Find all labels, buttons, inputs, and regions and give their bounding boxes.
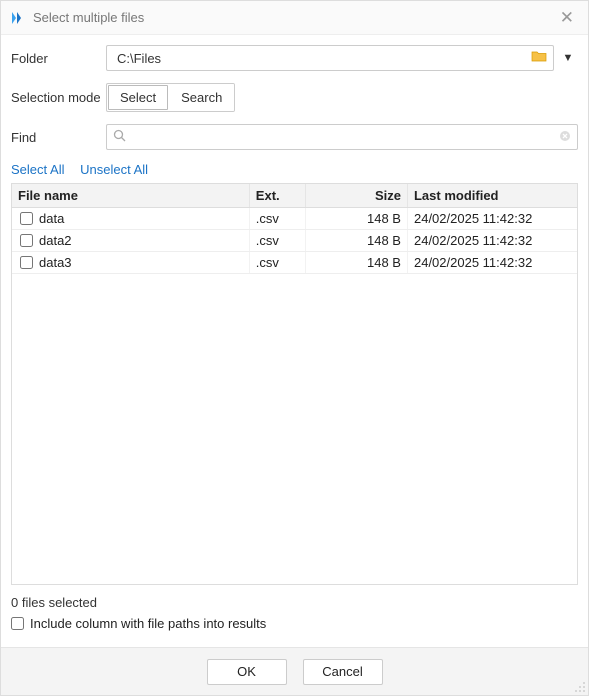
folder-input[interactable] xyxy=(115,50,529,67)
folder-label: Folder xyxy=(11,51,106,66)
file-name: data2 xyxy=(39,233,72,248)
file-name: data3 xyxy=(39,255,72,270)
dialog-body: Folder ▼ Selection mode Select Search Fi… xyxy=(1,35,588,647)
file-modified: 24/02/2025 11:42:32 xyxy=(407,230,577,252)
table-row[interactable]: data .csv148 B24/02/2025 11:42:32 xyxy=(12,208,577,230)
table-row[interactable]: data2 .csv148 B24/02/2025 11:42:32 xyxy=(12,230,577,252)
file-size: 148 B xyxy=(306,208,408,230)
col-header-ext[interactable]: Ext. xyxy=(249,184,306,208)
ok-button[interactable]: OK xyxy=(207,659,287,685)
titlebar: Select multiple files ✕ xyxy=(1,1,588,35)
resize-grip-icon[interactable] xyxy=(574,681,586,693)
search-icon xyxy=(113,129,126,145)
file-size: 148 B xyxy=(306,252,408,274)
file-modified: 24/02/2025 11:42:32 xyxy=(407,208,577,230)
find-input[interactable] xyxy=(130,129,559,146)
col-header-size[interactable]: Size xyxy=(306,184,408,208)
row-checkbox[interactable] xyxy=(20,234,33,247)
col-header-modified[interactable]: Last modified xyxy=(407,184,577,208)
mode-select-button[interactable]: Select xyxy=(108,85,168,110)
table-header-row: File name Ext. Size Last modified xyxy=(12,184,577,208)
file-modified: 24/02/2025 11:42:32 xyxy=(407,252,577,274)
app-logo-icon xyxy=(9,10,25,26)
selection-mode-label: Selection mode xyxy=(11,90,106,105)
col-header-name[interactable]: File name xyxy=(12,184,249,208)
include-paths-label: Include column with file paths into resu… xyxy=(30,616,266,631)
file-table: File name Ext. Size Last modified data .c… xyxy=(12,184,577,274)
unselect-all-link[interactable]: Unselect All xyxy=(80,162,148,177)
include-paths-checkbox[interactable] xyxy=(11,617,24,630)
select-files-dialog: Select multiple files ✕ Folder ▼ Selecti… xyxy=(0,0,589,696)
dialog-footer: OK Cancel xyxy=(1,647,588,695)
folder-input-wrap[interactable] xyxy=(106,45,554,71)
folder-row: Folder ▼ xyxy=(11,45,578,71)
mode-search-button[interactable]: Search xyxy=(169,84,234,111)
row-checkbox[interactable] xyxy=(20,212,33,225)
table-row[interactable]: data3 .csv148 B24/02/2025 11:42:32 xyxy=(12,252,577,274)
file-ext: .csv xyxy=(249,252,306,274)
find-row: Find xyxy=(11,124,578,150)
file-table-wrap: File name Ext. Size Last modified data .c… xyxy=(11,183,578,585)
close-icon[interactable]: ✕ xyxy=(554,7,580,28)
file-ext: .csv xyxy=(249,208,306,230)
select-all-link[interactable]: Select All xyxy=(11,162,64,177)
file-ext: .csv xyxy=(249,230,306,252)
selection-links: Select All Unselect All xyxy=(11,162,578,177)
status-text: 0 files selected xyxy=(11,585,578,616)
dialog-title: Select multiple files xyxy=(33,10,554,25)
find-label: Find xyxy=(11,130,106,145)
file-size: 148 B xyxy=(306,230,408,252)
include-paths-row: Include column with file paths into resu… xyxy=(11,616,578,637)
cancel-button[interactable]: Cancel xyxy=(303,659,383,685)
chevron-down-icon[interactable]: ▼ xyxy=(558,52,578,64)
find-input-wrap[interactable] xyxy=(106,124,578,150)
folder-icon[interactable] xyxy=(529,49,549,67)
file-name: data xyxy=(39,211,64,226)
row-checkbox[interactable] xyxy=(20,256,33,269)
selection-mode-toggle: Select Search xyxy=(106,83,235,112)
selection-mode-row: Selection mode Select Search xyxy=(11,83,578,112)
clear-icon[interactable] xyxy=(559,130,571,145)
